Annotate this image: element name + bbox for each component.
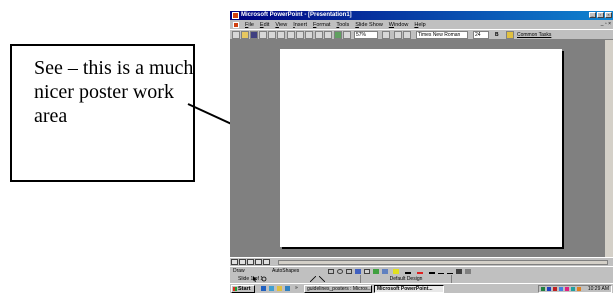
undo-icon[interactable] [315,31,323,39]
menu-view[interactable]: View [275,22,287,28]
window-controls: _ ▫ × [589,12,612,18]
tray-volume-icon[interactable] [571,287,575,291]
menu-file[interactable]: File [245,22,254,28]
windows-taskbar: Start » guidelines_posters : Micros... M… [230,283,613,293]
menu-bar: File Edit View Insert Format Tools Slide… [230,20,613,29]
wordart-icon[interactable] [355,269,361,274]
dash-style-icon[interactable] [438,269,444,274]
paste-icon[interactable] [305,31,313,39]
minimize-button[interactable]: _ [589,12,596,18]
taskbar-powerpoint[interactable]: Microsoft PowerPoint... [374,285,444,293]
shadow-icon[interactable] [456,269,462,274]
slide-count: Slide 1 of 1 [238,276,264,282]
standard-toolbar: 57% Times New Roman 24 B Common Tasks [230,29,613,40]
new-icon[interactable] [232,31,240,39]
tray-monitor-icon[interactable] [547,287,551,291]
menu-insert[interactable]: Insert [293,22,307,28]
system-tray: 10:29 AM [538,285,612,293]
restore-button[interactable]: ▫ [597,12,604,18]
font-color-icon[interactable] [417,269,423,274]
slide-show-view-icon[interactable] [263,259,270,265]
insert-table-icon[interactable] [343,31,351,39]
line-icon[interactable] [309,269,317,283]
quicklaunch-more[interactable]: » [295,284,298,292]
tray-messenger-icon[interactable] [559,287,563,291]
redo-icon[interactable] [324,31,332,39]
insert-picture-icon[interactable] [382,269,388,274]
diagram-icon[interactable] [364,269,370,274]
free-rotate-icon[interactable] [261,269,267,282]
close-button[interactable]: × [605,12,612,18]
windows-logo-icon [233,287,237,291]
3d-icon[interactable] [465,269,471,274]
quicklaunch-desktop-icon[interactable] [277,286,282,291]
tray-network-icon[interactable] [541,287,545,291]
select-arrow-icon[interactable] [252,269,258,282]
font-size-select[interactable]: 24 [473,31,489,39]
help-icon[interactable] [382,31,390,39]
print-icon[interactable] [268,31,276,39]
slide-sorter-view-icon[interactable] [255,259,262,265]
line-color-icon[interactable] [405,269,411,274]
quicklaunch-ie-icon[interactable] [261,286,266,291]
common-tasks-icon[interactable] [506,31,514,39]
tray-security-icon[interactable] [553,287,557,291]
clip-art-icon[interactable] [373,269,379,274]
start-label: Start [238,286,251,292]
document-window-controls[interactable]: _ ▫ × [601,21,611,27]
cut-icon[interactable] [287,31,295,39]
quicklaunch-outlook-icon[interactable] [269,286,274,291]
tray-app-icon[interactable] [565,287,569,291]
menu-slide-show[interactable]: Slide Show [355,22,383,28]
outline-view-icon[interactable] [239,259,246,265]
arrow-tool-icon[interactable] [318,269,326,283]
open-icon[interactable] [241,31,249,39]
design-template-name: Default Design [360,275,452,283]
menu-window[interactable]: Window [389,22,409,28]
document-icon[interactable] [233,21,239,28]
spelling-icon[interactable] [277,31,285,39]
horizontal-scrollbar[interactable] [278,260,608,265]
drawing-toolbar: Draw AutoShapes [230,266,613,283]
menu-help[interactable]: Help [414,22,425,28]
slide-canvas[interactable] [280,49,562,247]
menu-format[interactable]: Format [313,22,330,28]
taskbar-word-document[interactable]: guidelines_posters : Micros... [304,285,372,293]
autoshapes-menu[interactable]: AutoShapes [272,268,299,275]
menu-tools[interactable]: Tools [336,22,349,28]
slide-workspace [230,40,613,257]
status-bar: Slide 1 of 1 Default Design [230,275,613,283]
title-bar[interactable]: Microsoft PowerPoint - [Presentation1] _… [230,11,613,20]
rectangle-icon[interactable] [328,269,334,274]
font-name-select[interactable]: Times New Roman [416,31,468,39]
window-title: Microsoft PowerPoint - [Presentation1] [241,12,352,18]
menu-edit[interactable]: Edit [260,22,269,28]
start-button[interactable]: Start [231,285,255,293]
save-icon[interactable] [250,31,258,39]
slide-view-icon[interactable] [247,259,254,265]
insert-chart-icon[interactable] [334,31,342,39]
bold-button[interactable]: B [495,31,499,39]
quicklaunch-channels-icon[interactable] [285,286,290,291]
toolbar-options-icon[interactable] [403,31,411,39]
oval-icon[interactable] [337,269,343,274]
vertical-scrollbar[interactable] [605,40,613,257]
powerpoint-icon[interactable] [232,12,239,19]
copy-icon[interactable] [296,31,304,39]
zoom-select[interactable]: 57% [354,31,378,39]
view-buttons-bar [230,257,613,266]
line-style-icon[interactable] [429,269,435,274]
draw-menu[interactable]: Draw [233,268,245,275]
new-slide-icon[interactable] [394,31,402,39]
common-tasks-button[interactable]: Common Tasks [517,31,551,39]
clock[interactable]: 10:29 AM [588,286,609,292]
powerpoint-window: Microsoft PowerPoint - [Presentation1] _… [230,11,613,293]
tray-update-icon[interactable] [577,287,581,291]
fill-color-icon[interactable] [393,269,399,274]
text-box-icon[interactable] [346,269,352,274]
normal-view-icon[interactable] [231,259,238,265]
arrow-style-icon[interactable] [447,269,453,274]
email-icon[interactable] [259,31,267,39]
